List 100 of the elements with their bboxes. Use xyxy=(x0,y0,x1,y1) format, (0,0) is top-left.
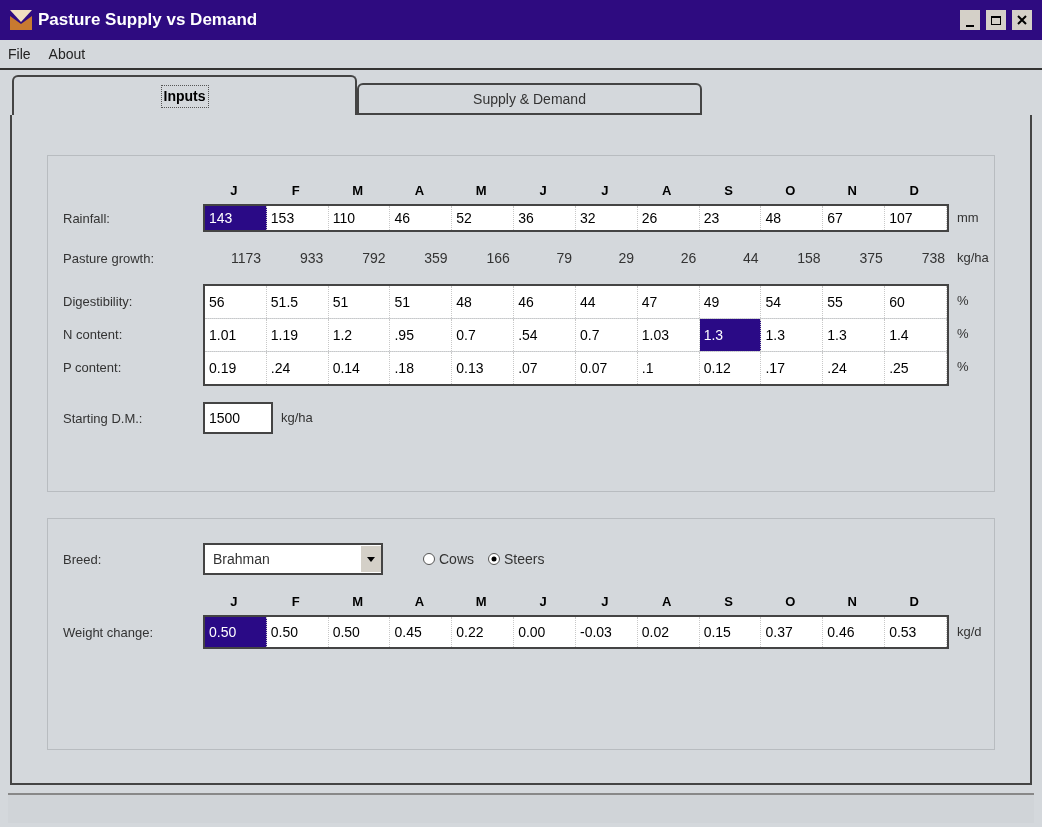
grid-cell[interactable]: 44 xyxy=(576,286,638,318)
unit-label: kg/ha xyxy=(281,409,313,428)
grid-cell[interactable]: 0.7 xyxy=(452,319,515,351)
grid-cell[interactable]: 0.14 xyxy=(328,352,391,384)
minimize-button[interactable] xyxy=(960,10,980,30)
grid-cell[interactable]: 51.5 xyxy=(266,286,329,318)
minimize-icon xyxy=(966,25,974,27)
grid-cell[interactable]: .24 xyxy=(266,352,329,384)
close-button[interactable] xyxy=(1012,10,1032,30)
grid-cell[interactable]: 54 xyxy=(761,286,824,318)
grid-cell[interactable]: 26 xyxy=(637,206,700,230)
month-header: O xyxy=(785,182,796,201)
grid-cell[interactable]: 49 xyxy=(699,286,762,318)
grid-cell[interactable]: 1.3 xyxy=(699,319,762,351)
grid-cell[interactable]: 48 xyxy=(761,206,824,230)
month-header: O xyxy=(785,593,796,612)
grid-cell[interactable]: 0.50 xyxy=(266,617,329,647)
grid-cell[interactable]: 107 xyxy=(885,206,947,230)
growth-value: 29 xyxy=(618,248,636,268)
grid-cell[interactable]: -0.03 xyxy=(576,617,638,647)
grid-cell[interactable]: .18 xyxy=(390,352,453,384)
month-header: F xyxy=(291,182,300,201)
grid-cell[interactable]: 0.7 xyxy=(576,319,638,351)
grid-cell[interactable]: 51 xyxy=(390,286,453,318)
maximize-button[interactable] xyxy=(986,10,1006,30)
grid-cell[interactable]: 36 xyxy=(514,206,576,230)
grid-cell[interactable]: 0.50 xyxy=(328,617,391,647)
unit-label: kg/ha xyxy=(957,249,989,268)
grid-cell[interactable]: 0.45 xyxy=(390,617,453,647)
grid-cell[interactable]: .25 xyxy=(885,352,947,384)
grid-cell[interactable]: 1.4 xyxy=(885,319,947,351)
month-header: N xyxy=(847,593,857,612)
grid-cell[interactable]: 32 xyxy=(576,206,638,230)
grid-cell[interactable]: 110 xyxy=(328,206,391,230)
growth-value: 359 xyxy=(424,248,449,268)
grid-cell[interactable]: 0.02 xyxy=(637,617,700,647)
grid-cell[interactable]: 0.00 xyxy=(514,617,576,647)
month-header: A xyxy=(662,593,672,612)
grid-cell[interactable]: 0.37 xyxy=(761,617,824,647)
month-header: J xyxy=(601,182,609,201)
grid-cell[interactable]: 47 xyxy=(637,286,700,318)
growth-value: 26 xyxy=(680,248,698,268)
month-header: J xyxy=(230,593,238,612)
grid-cell[interactable]: 0.50 xyxy=(205,617,267,647)
grid-cell[interactable]: .95 xyxy=(390,319,453,351)
grid-cell[interactable]: 46 xyxy=(514,286,576,318)
grid-cell[interactable]: .54 xyxy=(514,319,576,351)
growth-value: 738 xyxy=(921,248,946,268)
month-header: S xyxy=(724,593,733,612)
grid-cell[interactable]: 1.3 xyxy=(761,319,824,351)
growth-value: 375 xyxy=(859,248,884,268)
row-label: P content: xyxy=(63,359,122,375)
grid-cell[interactable]: 1.3 xyxy=(823,319,886,351)
grid-cell[interactable]: 0.22 xyxy=(452,617,515,647)
grid-cell[interactable]: 0.15 xyxy=(699,617,762,647)
grid-cell[interactable]: 0.46 xyxy=(823,617,886,647)
grid-cell[interactable]: 1.03 xyxy=(637,319,700,351)
grid-cell[interactable]: 48 xyxy=(452,286,515,318)
grid-cell[interactable]: 0.13 xyxy=(452,352,515,384)
grid-cell[interactable]: 67 xyxy=(823,206,886,230)
grid-cell[interactable]: 51 xyxy=(328,286,391,318)
grid-cell[interactable]: 46 xyxy=(390,206,453,230)
row-label: Pasture growth: xyxy=(63,251,155,266)
grid-cell[interactable]: .17 xyxy=(761,352,824,384)
grid-cell[interactable]: .07 xyxy=(514,352,576,384)
radio-option[interactable]: Steers xyxy=(488,548,545,570)
month-header: J xyxy=(539,593,547,612)
growth-value: 158 xyxy=(797,248,822,268)
grid-cell[interactable]: 23 xyxy=(699,206,762,230)
breed-dropdown[interactable]: Brahman xyxy=(203,543,383,575)
radio-option[interactable]: Cows xyxy=(423,548,474,570)
tab[interactable]: Supply & Demand xyxy=(357,83,702,115)
growth-value: 166 xyxy=(486,248,511,268)
grid-cell[interactable]: 55 xyxy=(823,286,886,318)
unit-label: % xyxy=(957,324,969,343)
growth-value: 44 xyxy=(742,248,760,268)
row-label: Breed: xyxy=(63,552,102,567)
app-icon xyxy=(10,10,32,30)
tab[interactable]: Inputs xyxy=(12,75,357,115)
starting-dm-field[interactable]: 1500 xyxy=(203,402,273,434)
grid-cell[interactable]: 56 xyxy=(205,286,267,318)
grid-cell[interactable]: 0.53 xyxy=(885,617,947,647)
menu-item[interactable]: File xyxy=(8,43,31,65)
grid-cell[interactable]: 143 xyxy=(205,206,267,230)
grid-cell[interactable]: .24 xyxy=(823,352,886,384)
grid-cell[interactable]: 1.2 xyxy=(328,319,391,351)
month-header: J xyxy=(230,182,238,201)
month-header: F xyxy=(291,593,300,612)
grid-cell[interactable]: 0.19 xyxy=(205,352,267,384)
window-title: Pasture Supply vs Demand xyxy=(38,9,259,32)
grid-cell[interactable]: 1.19 xyxy=(266,319,329,351)
close-icon xyxy=(1017,15,1027,25)
grid-cell[interactable]: 0.07 xyxy=(576,352,638,384)
grid-cell[interactable]: 1.01 xyxy=(205,319,267,351)
grid-cell[interactable]: 153 xyxy=(266,206,329,230)
grid-cell[interactable]: .1 xyxy=(637,352,700,384)
grid-cell[interactable]: 60 xyxy=(885,286,947,318)
grid-cell[interactable]: 52 xyxy=(452,206,515,230)
grid-cell[interactable]: 0.12 xyxy=(699,352,762,384)
menu-item[interactable]: About xyxy=(48,43,86,65)
